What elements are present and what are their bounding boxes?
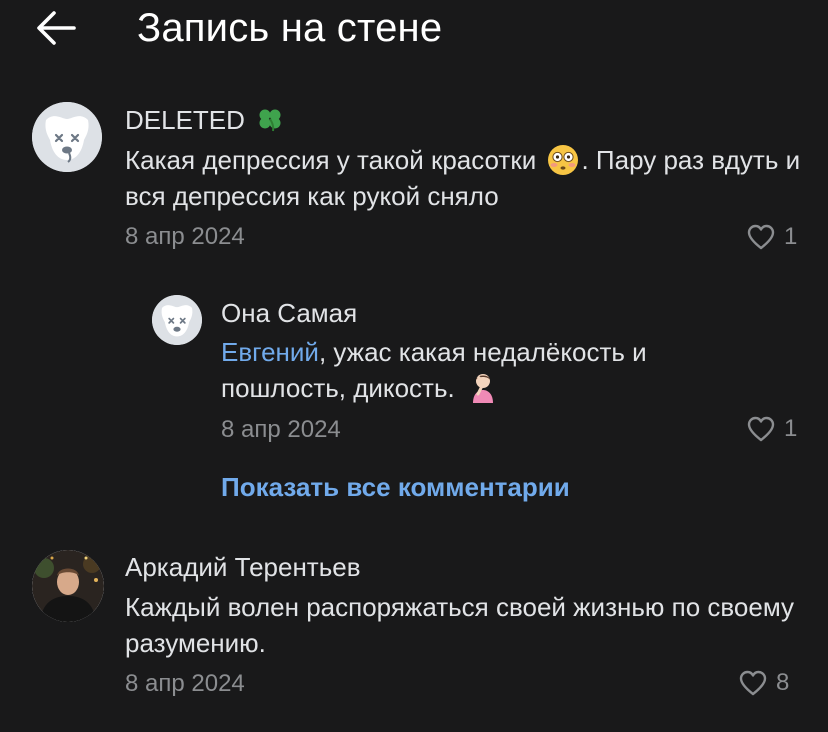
comment: DELETED Какая депрессия у такой красотки bbox=[0, 90, 828, 260]
comment-text: Евгений, ужас какая недалёкость и пошлос… bbox=[221, 334, 741, 406]
arrow-left-icon bbox=[37, 11, 76, 45]
clover-icon bbox=[259, 109, 281, 132]
mention-link[interactable]: Евгений bbox=[221, 337, 319, 367]
comment-date: 8 апр 2024 bbox=[221, 416, 341, 443]
page-title: Запись на стене bbox=[137, 6, 443, 50]
flushed-face-icon bbox=[548, 145, 579, 176]
deleted-dog-avatar-icon[interactable] bbox=[152, 295, 202, 345]
show-all-comments-link[interactable]: Показать все комментарии bbox=[221, 472, 570, 503]
comment-text-part: Каждый волен распоряжаться своей жизнью … bbox=[125, 592, 794, 658]
like-button[interactable]: 1 bbox=[746, 222, 797, 252]
wall-post-comments-screen: Запись на стене DELETED Какая депрессия … bbox=[0, 0, 828, 732]
like-button[interactable]: 8 bbox=[738, 668, 789, 698]
reply-comment: Она Самая Евгений, ужас какая недалёкост… bbox=[0, 290, 828, 450]
comment: Аркадий Терентьев Каждый волен распоряжа… bbox=[0, 540, 828, 710]
heart-icon bbox=[747, 224, 775, 250]
like-count: 8 bbox=[776, 669, 790, 696]
like-button[interactable]: 1 bbox=[746, 414, 797, 444]
comment-date: 8 апр 2024 bbox=[125, 223, 245, 250]
comment-author-name[interactable]: Она Самая bbox=[221, 298, 357, 329]
comment-text: Каждый волен распоряжаться своей жизнью … bbox=[125, 589, 805, 661]
comment-author-name: DELETED bbox=[125, 105, 245, 135]
comment-author[interactable]: DELETED bbox=[125, 105, 284, 136]
user-photo-avatar-icon[interactable] bbox=[32, 550, 104, 622]
header: Запись на стене bbox=[0, 0, 828, 60]
comment-author-name[interactable]: Аркадий Терентьев bbox=[125, 552, 361, 583]
back-button[interactable] bbox=[34, 8, 78, 48]
like-count: 1 bbox=[784, 223, 798, 250]
comment-text: Какая депрессия у такой красотки . Пару … bbox=[125, 142, 805, 214]
comment-text-part: Какая депрессия у такой красотки bbox=[125, 145, 537, 175]
woman-facepalming-icon bbox=[472, 374, 493, 404]
heart-icon bbox=[747, 416, 775, 442]
deleted-dog-avatar-icon[interactable] bbox=[32, 102, 102, 172]
heart-icon bbox=[739, 670, 767, 696]
comment-date: 8 апр 2024 bbox=[125, 670, 245, 697]
like-count: 1 bbox=[784, 415, 798, 442]
